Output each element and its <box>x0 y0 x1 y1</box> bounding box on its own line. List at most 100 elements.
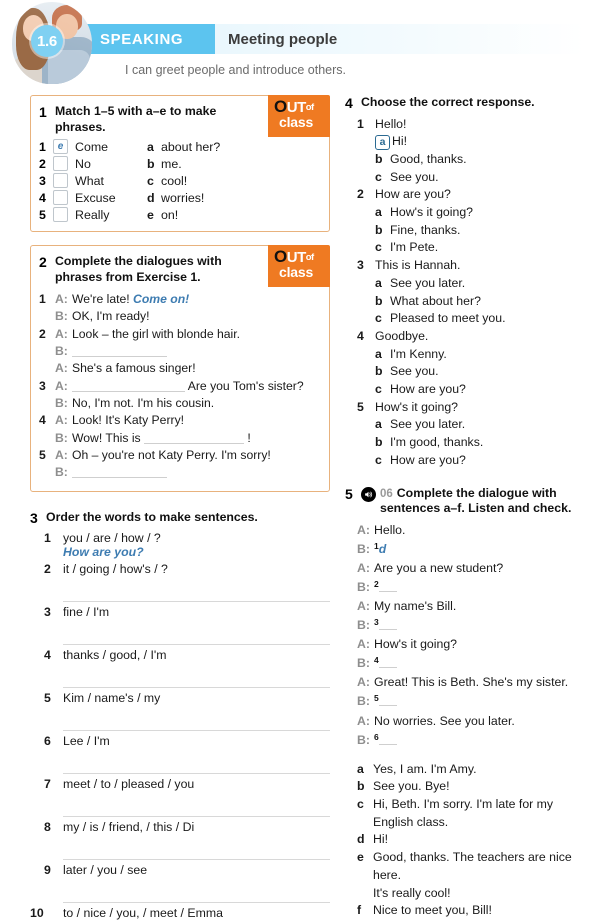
match-answer-box[interactable] <box>53 190 68 206</box>
exercise-2: OUTof class 2 Complete the dialogues wit… <box>30 245 330 492</box>
match-letter: e <box>147 207 154 222</box>
dialogue-line: B: <box>39 464 319 481</box>
match-phrase: Excuse <box>75 190 116 205</box>
dialogue-line: 3 A: Are you Tom's sister? <box>39 378 319 395</box>
exercise-5-number: 5 <box>345 485 353 502</box>
answer-blank[interactable] <box>72 344 167 357</box>
option-row[interactable]: a See you later. <box>357 416 595 434</box>
speaker-label: B: <box>55 395 68 410</box>
match-answer-box[interactable] <box>53 207 68 223</box>
right-column: 4 Choose the correct response. 1 Hello! … <box>345 95 595 920</box>
dialogue-line: A: Are you a new student? <box>357 559 595 578</box>
answer-line[interactable] <box>63 674 330 689</box>
exercise-3-number: 3 <box>30 509 38 526</box>
match-phrase: Really <box>75 207 110 222</box>
option-row[interactable]: b Fine, thanks. <box>357 222 595 240</box>
answer-line[interactable] <box>63 717 330 732</box>
answer-line[interactable] <box>63 889 330 904</box>
option-letter[interactable]: c <box>375 381 390 399</box>
option-letter[interactable]: b <box>375 434 390 452</box>
question-row: 2 How are you? <box>357 186 595 204</box>
option-letter-selected[interactable]: a <box>375 135 390 151</box>
option-row[interactable]: a How's it going? <box>357 204 595 222</box>
option-text: Fine, thanks. <box>390 222 461 237</box>
answer-line[interactable] <box>63 760 330 775</box>
option-letter[interactable]: c <box>375 239 390 257</box>
option-text: How are you? <box>390 382 466 397</box>
dialogue-text: Are you Tom's sister? <box>185 378 304 393</box>
option-letter[interactable]: a <box>375 275 390 293</box>
dialogue-text: Are you a new student? <box>374 561 504 576</box>
option-letter[interactable]: c <box>375 310 390 328</box>
exercise-4: 4 Choose the correct response. 1 Hello! … <box>345 95 595 470</box>
gap-blank[interactable] <box>378 618 397 631</box>
option-letter[interactable]: c <box>375 452 390 470</box>
option-letter[interactable]: a <box>375 204 390 222</box>
option-row[interactable]: c How are you? <box>357 452 595 470</box>
option-letter[interactable]: b <box>375 363 390 381</box>
answer-line[interactable] <box>63 846 330 861</box>
sentence-text: Hi, Beth. I'm sorry. I'm late for my <box>373 797 554 811</box>
dialogue-number: 2 <box>39 326 46 341</box>
dialogue-line: A: My name's Bill. <box>357 597 595 616</box>
match-letter: c <box>147 173 154 188</box>
out-of-class-badge: OUTof class <box>268 245 330 288</box>
match-row: 4 Excuse d worries! <box>39 190 319 206</box>
order-row: 8 my / is / friend, / this / Di <box>44 820 330 834</box>
exercise-3: 3 Order the words to make sentences. 1 y… <box>30 510 330 920</box>
dialogue-text: Oh – you're not Katy Perry. I'm sorry! <box>72 447 271 462</box>
sentence-text: Yes, I am. I'm Amy. <box>373 761 477 776</box>
option-letter[interactable]: c <box>375 169 390 187</box>
option-letter[interactable]: b <box>375 293 390 311</box>
gap-blank[interactable] <box>378 694 397 707</box>
dialogue-line: B: OK, I'm ready! <box>39 308 319 325</box>
answer-line[interactable] <box>63 588 330 603</box>
option-row[interactable]: b I'm good, thanks. <box>357 434 595 452</box>
option-row[interactable]: c See you. <box>357 169 595 187</box>
option-row[interactable]: b What about her? <box>357 293 595 311</box>
option-letter[interactable]: a <box>375 346 390 364</box>
exercise-5-title: Complete the dialogue with sentences a–f… <box>380 485 572 516</box>
badge-of: of <box>305 252 314 264</box>
speaker-icon[interactable] <box>361 486 376 502</box>
option-text: How are you? <box>390 452 466 467</box>
option-row[interactable]: c I'm Pete. <box>357 239 595 257</box>
answer-line[interactable] <box>63 803 330 818</box>
dialogue-number: 4 <box>39 413 46 428</box>
gap-blank[interactable] <box>378 733 397 745</box>
match-answer-box[interactable]: e <box>53 139 68 155</box>
question-prompt: Hello! <box>375 116 407 131</box>
option-row[interactable]: b See you. <box>357 363 595 381</box>
option-row[interactable]: a Hi! <box>357 133 595 151</box>
option-text: I'm good, thanks. <box>390 435 484 450</box>
match-answer-box[interactable] <box>53 156 68 172</box>
option-row[interactable]: c Pleased to meet you. <box>357 310 595 328</box>
match-row: 5 Really e on! <box>39 207 319 223</box>
option-letter[interactable]: b <box>375 222 390 240</box>
question-number: 1 <box>357 116 364 131</box>
exercise-3-list: 1 you / are / how / ? How are you? 2 it … <box>30 531 330 920</box>
match-phrase: Come <box>75 139 109 154</box>
match-index: 1 <box>39 139 46 154</box>
option-row[interactable]: a See you later. <box>357 275 595 293</box>
option-text: How's it going? <box>390 205 474 220</box>
option-row[interactable]: b Good, thanks. <box>357 151 595 169</box>
order-number: 9 <box>44 863 51 878</box>
answer-blank[interactable] <box>72 379 185 392</box>
option-letter[interactable]: a <box>375 416 390 434</box>
answer-line[interactable] <box>63 631 330 646</box>
answer-blank[interactable] <box>144 431 245 444</box>
option-letter[interactable]: b <box>375 151 390 169</box>
order-number: 3 <box>44 605 51 620</box>
dialogue-line: B: 4 <box>357 654 595 673</box>
match-answer-box[interactable] <box>53 173 68 189</box>
badge-class: class <box>279 264 314 281</box>
option-row[interactable]: c How are you? <box>357 381 595 399</box>
gap-blank[interactable] <box>378 580 397 593</box>
gap-blank[interactable] <box>378 656 397 669</box>
dialogue-answer: Come on! <box>133 291 190 306</box>
speaker-label: A: <box>55 361 68 376</box>
answer-blank[interactable] <box>72 465 167 479</box>
match-phrase: No <box>75 156 91 171</box>
option-row[interactable]: a I'm Kenny. <box>357 346 595 364</box>
